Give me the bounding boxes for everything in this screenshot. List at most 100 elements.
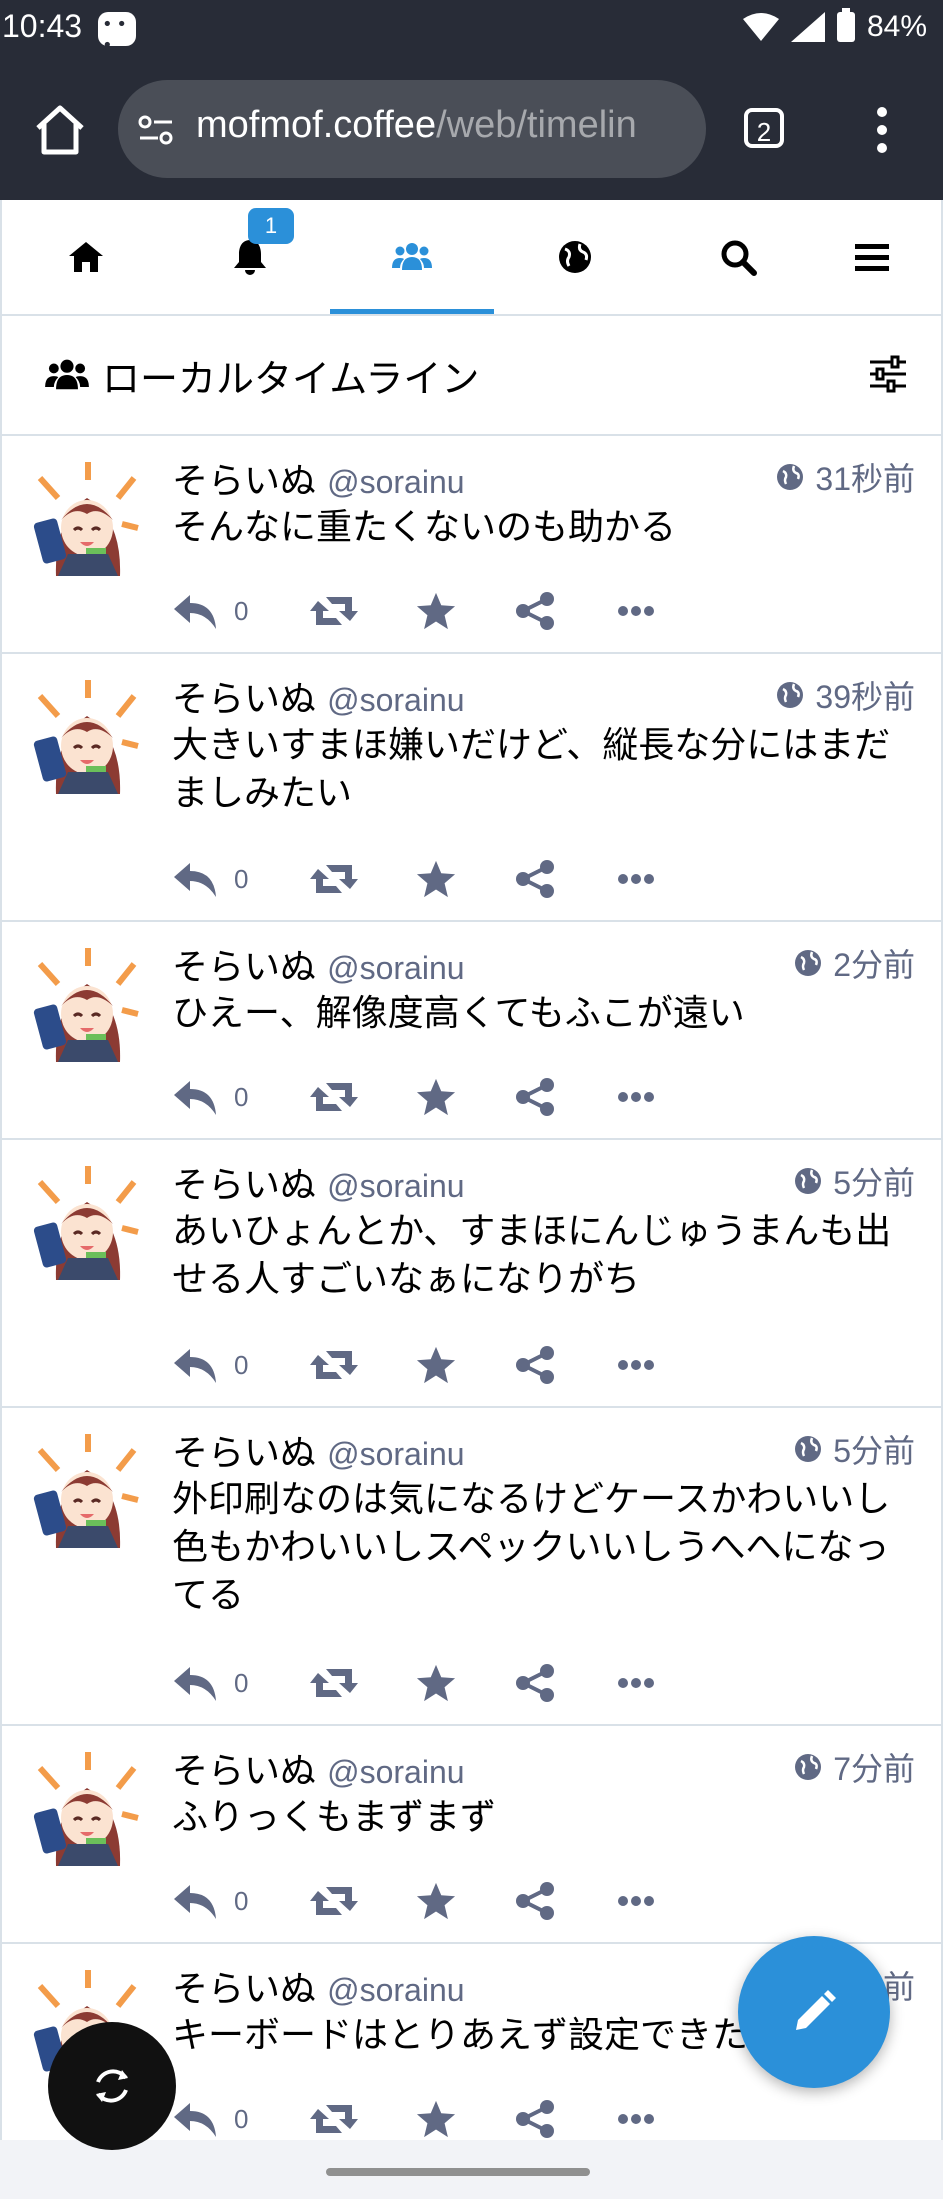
status-item[interactable]: そらいぬ @sorainu 31秒前 そんなに重たくないのも助かる 0 xyxy=(0,436,943,654)
share-button[interactable] xyxy=(514,586,556,636)
tab-switcher-button[interactable]: 2 xyxy=(744,108,784,148)
favourite-button[interactable] xyxy=(414,586,458,636)
more-button[interactable] xyxy=(618,1658,654,1708)
more-button[interactable] xyxy=(618,854,654,904)
favourite-button[interactable] xyxy=(414,1072,458,1122)
account-handle[interactable]: @sorainu xyxy=(327,1754,464,1790)
reply-button[interactable]: 0 xyxy=(172,1340,248,1390)
ellipsis-icon xyxy=(618,1360,654,1370)
status-time[interactable]: 2分前 xyxy=(793,940,915,986)
boost-button[interactable] xyxy=(308,2094,360,2144)
refresh-button[interactable] xyxy=(48,2022,176,2150)
account-handle[interactable]: @sorainu xyxy=(327,1168,464,1204)
more-button[interactable] xyxy=(618,1340,654,1390)
status-time[interactable]: 39秒前 xyxy=(775,672,915,718)
avatar[interactable] xyxy=(28,1430,146,1548)
ellipsis-icon xyxy=(618,1896,654,1906)
status-item[interactable]: そらいぬ @sorainu 2分前 ひえー、解像度高くてもふこが遠い 0 xyxy=(0,922,943,1140)
share-button[interactable] xyxy=(514,1876,556,1926)
boost-button[interactable] xyxy=(308,854,360,904)
boost-button[interactable] xyxy=(308,1876,360,1926)
favourite-button[interactable] xyxy=(414,1658,458,1708)
boost-icon xyxy=(310,597,358,625)
status-content: そんなに重たくないのも助かる xyxy=(172,507,677,548)
avatar[interactable] xyxy=(28,676,146,794)
share-icon xyxy=(516,860,554,898)
tab-menu[interactable] xyxy=(800,200,943,314)
relative-time: 39秒前 xyxy=(815,679,915,715)
more-button[interactable] xyxy=(618,2094,654,2144)
star-icon xyxy=(416,1078,456,1116)
account-handle[interactable]: @sorainu xyxy=(327,1436,464,1472)
tab-local-timeline[interactable] xyxy=(330,200,494,314)
avatar[interactable] xyxy=(28,1162,146,1280)
share-button[interactable] xyxy=(514,2094,556,2144)
avatar[interactable] xyxy=(28,458,146,576)
favourite-button[interactable] xyxy=(414,854,458,904)
share-button[interactable] xyxy=(514,1072,556,1122)
search-icon xyxy=(721,240,757,276)
display-name[interactable]: そらいぬ xyxy=(172,1165,316,1206)
tab-search[interactable] xyxy=(656,200,820,314)
more-button[interactable] xyxy=(618,1072,654,1122)
boost-button[interactable] xyxy=(308,586,360,636)
status-item[interactable]: そらいぬ @sorainu 7分前 ふりっくもまずまず 0 xyxy=(0,1726,943,1944)
reply-button[interactable]: 0 xyxy=(172,2094,248,2144)
display-name[interactable]: そらいぬ xyxy=(172,461,316,502)
status-time[interactable]: 5分前 xyxy=(793,1158,915,1204)
status-actions: 0 xyxy=(172,2094,672,2144)
status-header: そらいぬ @sorainu 7分前 xyxy=(172,1742,915,1792)
status-item[interactable]: そらいぬ @sorainu 5分前 あいひょんとか、すまほにんじゅうまんも出せる… xyxy=(0,1140,943,1408)
avatar[interactable] xyxy=(28,944,146,1062)
browser-menu-icon[interactable] xyxy=(870,104,894,156)
status-time[interactable]: 7分前 xyxy=(793,1744,915,1790)
reply-button[interactable]: 0 xyxy=(172,854,248,904)
share-button[interactable] xyxy=(514,854,556,904)
site-settings-icon[interactable] xyxy=(136,110,176,150)
more-button[interactable] xyxy=(618,586,654,636)
account-handle[interactable]: @sorainu xyxy=(327,682,464,718)
reply-button[interactable]: 0 xyxy=(172,1072,248,1122)
chat-notification-icon xyxy=(98,12,136,56)
reply-button[interactable]: 0 xyxy=(172,1876,248,1926)
status-time[interactable]: 5分前 xyxy=(793,1426,915,1472)
display-name[interactable]: そらいぬ xyxy=(172,1751,316,1792)
account-handle[interactable]: @sorainu xyxy=(327,950,464,986)
favourite-button[interactable] xyxy=(414,1340,458,1390)
share-button[interactable] xyxy=(514,1658,556,1708)
status-header: そらいぬ @sorainu 39秒前 xyxy=(172,670,915,720)
relative-time: 7分前 xyxy=(833,1751,915,1787)
display-name[interactable]: そらいぬ xyxy=(172,679,316,720)
favourite-button[interactable] xyxy=(414,2094,458,2144)
display-name[interactable]: そらいぬ xyxy=(172,1433,316,1474)
display-name[interactable]: そらいぬ xyxy=(172,947,316,988)
url-bar[interactable]: mofmof.coffee/web/timelin xyxy=(118,80,706,178)
more-button[interactable] xyxy=(618,1876,654,1926)
pencil-icon xyxy=(796,1990,836,2030)
status-indicators: 84% xyxy=(742,8,927,44)
account-handle[interactable]: @sorainu xyxy=(327,1972,464,2008)
gesture-handle[interactable] xyxy=(326,2168,590,2176)
compose-button[interactable] xyxy=(738,1936,890,2088)
favourite-button[interactable] xyxy=(414,1876,458,1926)
avatar[interactable] xyxy=(28,1748,146,1866)
account-handle[interactable]: @sorainu xyxy=(327,464,464,500)
status-item[interactable]: そらいぬ @sorainu 39秒前 大きいすまほ嫌いだけど、縦長な分にはまだま… xyxy=(0,654,943,922)
star-icon xyxy=(416,1882,456,1920)
share-button[interactable] xyxy=(514,1340,556,1390)
status-time[interactable]: 31秒前 xyxy=(775,454,915,500)
boost-button[interactable] xyxy=(308,1658,360,1708)
reply-button[interactable]: 0 xyxy=(172,1658,248,1708)
column-settings-icon[interactable] xyxy=(868,354,908,394)
url-text[interactable]: mofmof.coffee/web/timelin xyxy=(196,104,696,147)
signal-icon xyxy=(790,12,825,42)
status-item[interactable]: そらいぬ @sorainu 5分前 外印刷なのは気になるけどケースかわいいし色も… xyxy=(0,1408,943,1726)
tab-federated-timeline[interactable] xyxy=(493,200,657,314)
boost-button[interactable] xyxy=(308,1072,360,1122)
reply-button[interactable]: 0 xyxy=(172,586,248,636)
boost-button[interactable] xyxy=(308,1340,360,1390)
tab-home[interactable] xyxy=(4,200,168,314)
boost-icon xyxy=(310,865,358,893)
display-name[interactable]: そらいぬ xyxy=(172,1969,316,2010)
browser-home-icon[interactable] xyxy=(30,100,90,160)
